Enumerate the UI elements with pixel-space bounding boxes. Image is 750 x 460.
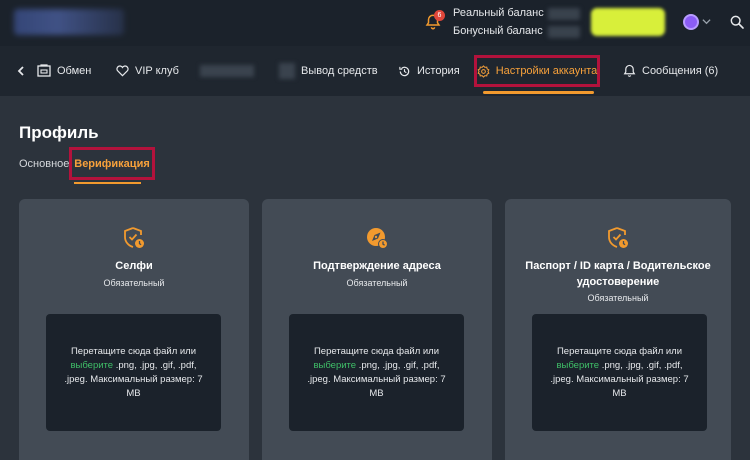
card-title: Паспорт / ID карта / Водительское удосто… <box>525 260 711 288</box>
card-title: Селфи <box>115 260 153 272</box>
card-status: Обязательный <box>103 278 165 288</box>
choose-file-link[interactable]: выберите <box>313 360 356 371</box>
nav-label-withdraw: Вывод средств <box>301 65 378 77</box>
nav-back-button[interactable] <box>17 46 31 96</box>
notification-badge: 6 <box>434 10 445 21</box>
account-nav: Обмен VIP клуб Вывод средств История Нас… <box>0 46 750 96</box>
tab-verification[interactable]: Верификация <box>69 147 155 180</box>
compass-clock-icon <box>367 228 388 249</box>
real-balance-value <box>548 8 580 20</box>
dropzone-text-before: Перетащите сюда файл или <box>556 345 683 357</box>
nav-label-messages: Сообщения (6) <box>642 65 719 77</box>
nav-item-exchange[interactable]: Обмен <box>37 46 91 96</box>
card-status: Обязательный <box>587 293 649 303</box>
bonus-balance-label: Бонусный баланс <box>453 25 543 37</box>
nav-item-messages[interactable]: Сообщения (6) <box>623 46 718 96</box>
gear-icon <box>477 64 490 78</box>
verification-card-selfie: Селфи Обязательный Перетащите сюда файл … <box>19 199 249 460</box>
nav-label-exchange: Обмен <box>57 65 92 77</box>
file-dropzone[interactable]: Перетащите сюда файл или выберите .png, … <box>532 314 707 431</box>
dropzone-text: Перетащите сюда файл или выберите .png, … <box>546 345 693 401</box>
heart-icon <box>116 65 129 77</box>
card-title: Подтверждение адреса <box>313 260 441 272</box>
tab-active-indicator <box>74 182 141 184</box>
choose-file-link[interactable]: выберите <box>556 360 599 371</box>
search-icon[interactable] <box>729 14 745 30</box>
verification-card-address: Подтверждение адреса Обязательный Перета… <box>262 199 492 460</box>
page-title: Профиль <box>19 123 99 142</box>
nav-item-history[interactable]: История <box>398 46 460 96</box>
dropzone-text: Перетащите сюда файл или выберите .png, … <box>303 345 450 401</box>
file-dropzone[interactable]: Перетащите сюда файл или выберите .png, … <box>46 314 221 431</box>
bell-icon <box>623 64 636 77</box>
dropzone-text-before: Перетащите сюда файл или <box>313 345 440 357</box>
nav-item-hidden-icon <box>279 63 295 79</box>
deposit-button[interactable] <box>591 8 665 36</box>
dropzone-text-before: Перетащите сюда файл или <box>70 345 197 357</box>
shield-clock-icon <box>608 227 628 248</box>
exchange-icon <box>37 64 51 77</box>
choose-file-link[interactable]: выберите <box>70 360 113 371</box>
brand-logo[interactable] <box>14 9 124 35</box>
file-dropzone[interactable]: Перетащите сюда файл или выберите .png, … <box>289 314 464 431</box>
shield-clock-icon <box>124 227 144 248</box>
nav-label-settings: Настройки аккаунта <box>495 65 598 77</box>
nav-active-indicator <box>483 91 594 94</box>
chevron-left-icon <box>17 66 24 76</box>
tab-basic[interactable]: Основное <box>19 158 69 170</box>
dropzone-text: Перетащите сюда файл или выберите .png, … <box>60 345 207 401</box>
real-balance-label: Реальный баланс <box>453 7 544 19</box>
top-bar: 6 Реальный баланс Бонусный баланс <box>0 0 750 46</box>
nav-label-history: История <box>417 65 460 77</box>
chevron-down-icon[interactable] <box>702 17 711 26</box>
nav-item-withdraw[interactable]: Вывод средств <box>301 46 378 96</box>
bonus-balance-value <box>548 26 580 38</box>
verification-card-id-document: Паспорт / ID карта / Водительское удосто… <box>505 199 731 460</box>
nav-item-account-settings[interactable]: Настройки аккаунта <box>474 55 600 87</box>
history-icon <box>399 66 410 76</box>
card-status: Обязательный <box>346 278 408 288</box>
avatar[interactable] <box>683 14 699 30</box>
nav-item-vip[interactable]: VIP клуб <box>116 46 179 96</box>
tab-verification-label: Верификация <box>74 157 150 170</box>
nav-item-hidden[interactable] <box>200 65 254 77</box>
nav-label-vip: VIP клуб <box>135 65 179 77</box>
